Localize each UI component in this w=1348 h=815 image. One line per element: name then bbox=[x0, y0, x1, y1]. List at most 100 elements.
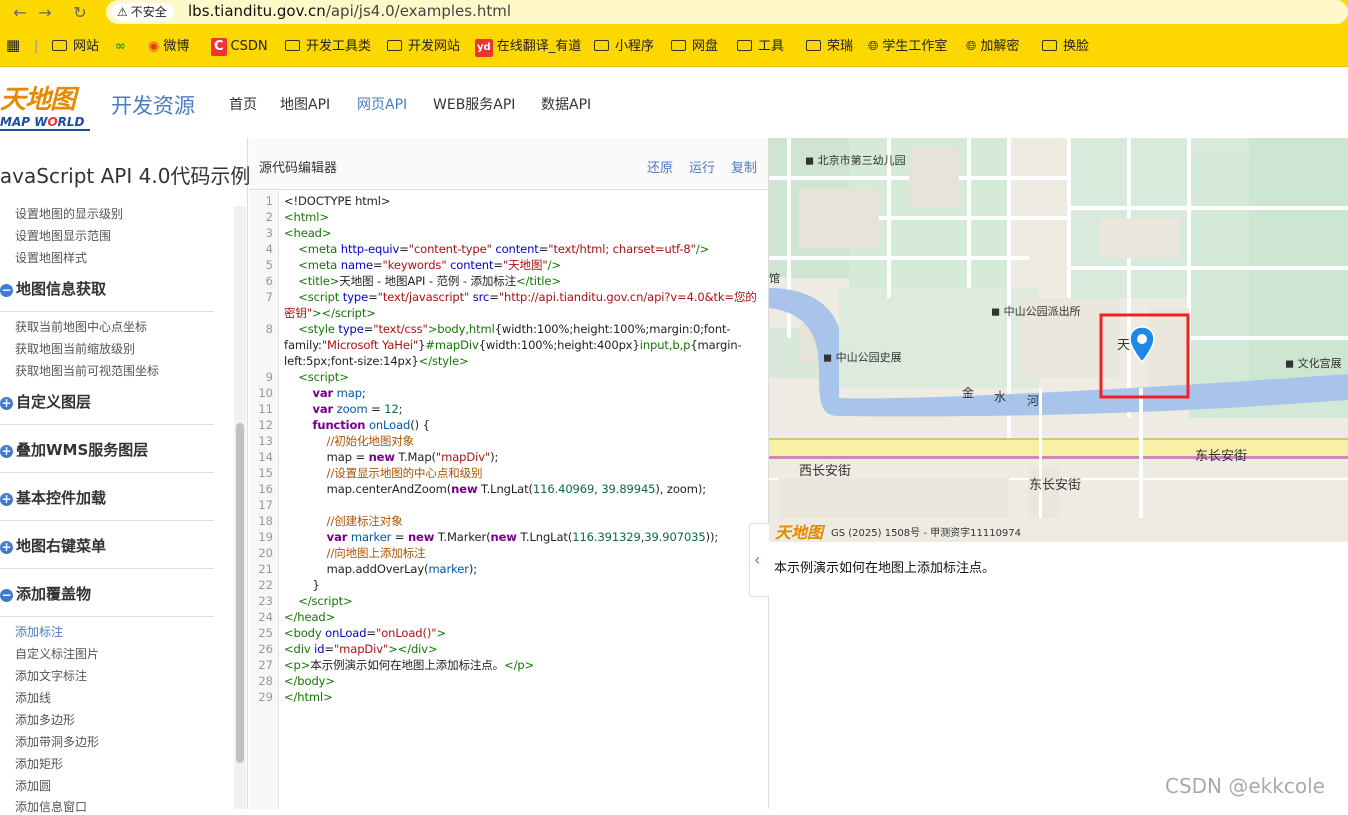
line-number: 11 bbox=[258, 402, 273, 416]
line-number: 24 bbox=[258, 610, 273, 624]
sidebar-item[interactable]: 获取当前地图中心点坐标 bbox=[15, 318, 147, 335]
sidebar-item[interactable]: 自定义标注图片 bbox=[15, 645, 99, 662]
map-river-char: 水 bbox=[994, 390, 1007, 404]
line-number: 26 bbox=[258, 642, 273, 656]
line-number: 27 bbox=[258, 658, 273, 672]
map-road-east: 东长安街 bbox=[1195, 449, 1248, 464]
bookmarks-bar: ▦ | 网站 ∞ ◉ 微博 C CSDN 开发工具类 开发网站 yd 在线翻译_有道 … bbox=[0, 27, 1348, 67]
sidebar-item[interactable]: 获取地图当前缩放级别 bbox=[15, 340, 135, 357]
sidebar-item[interactable]: 设置地图显示范围 bbox=[15, 227, 111, 244]
bookmark-item[interactable]: 开发网站 bbox=[387, 38, 460, 56]
nav-map-api[interactable]: 地图API bbox=[280, 94, 330, 114]
line-number: 2 bbox=[265, 210, 273, 224]
example-description: 本示例演示如何在地图上添加标注点。 bbox=[774, 561, 996, 576]
category-overlay[interactable]: − 添加覆盖物 bbox=[0, 583, 91, 604]
bookmark-item[interactable]: 工具 bbox=[737, 38, 784, 56]
sidebar-item[interactable]: 添加矩形 bbox=[15, 755, 63, 772]
nav-data-api[interactable]: 数据API bbox=[541, 94, 591, 114]
plus-icon: + bbox=[0, 444, 13, 458]
sidebar-item[interactable]: 添加线 bbox=[15, 689, 51, 706]
reload-icon[interactable]: ↻ bbox=[70, 3, 90, 23]
back-icon[interactable]: ← bbox=[10, 3, 30, 23]
category-map-info[interactable]: − 地图信息获取 bbox=[0, 278, 106, 299]
collapse-editor-tab[interactable]: ‹ bbox=[749, 523, 769, 597]
line-number: 23 bbox=[258, 594, 273, 608]
restore-button[interactable]: 还原 bbox=[647, 157, 673, 176]
watermark: CSDN @ekkcole bbox=[1165, 774, 1325, 798]
bookmark-divider: | bbox=[34, 39, 39, 54]
divider bbox=[0, 311, 214, 312]
source-code[interactable]: <!DOCTYPE html> <html> <head> <meta http… bbox=[284, 193, 757, 705]
sidebar-item[interactable]: 设置地图样式 bbox=[15, 249, 87, 266]
site-title: 开发资源 bbox=[111, 94, 195, 118]
nav-home[interactable]: 首页 bbox=[229, 94, 257, 114]
sidebar-item[interactable]: 添加圆 bbox=[15, 777, 51, 794]
editor-header: 源代码编辑器 还原 运行 复制 bbox=[249, 138, 769, 190]
sidebar-item[interactable]: 添加多边形 bbox=[15, 711, 75, 728]
category-context-menu[interactable]: + 地图右键菜单 bbox=[0, 535, 106, 556]
link-icon[interactable]: ∞ bbox=[115, 38, 126, 56]
nav-web-service-api[interactable]: WEB服务API bbox=[433, 94, 515, 114]
nav-web-api[interactable]: 网页API bbox=[357, 94, 407, 114]
divider bbox=[0, 472, 214, 473]
bookmark-item[interactable]: 网站 bbox=[52, 38, 99, 56]
line-number: 7 bbox=[265, 290, 273, 304]
sidebar-item[interactable]: 添加信息窗口 bbox=[15, 798, 87, 815]
minus-icon: − bbox=[0, 588, 13, 602]
line-number: 25 bbox=[258, 626, 273, 640]
bookmark-item[interactable]: 换脸 bbox=[1042, 38, 1089, 56]
sidebar-item[interactable]: 添加带洞多边形 bbox=[15, 733, 99, 750]
folder-icon bbox=[387, 40, 402, 51]
line-number: 18 bbox=[258, 514, 273, 528]
sidebar-item-active[interactable]: 添加标注 bbox=[15, 623, 63, 640]
sidebar-item[interactable]: 设置地图的显示级别 bbox=[15, 205, 123, 222]
plus-icon: + bbox=[0, 492, 13, 506]
category-custom-layer[interactable]: + 自定义图层 bbox=[0, 391, 91, 412]
sidebar-item[interactable]: 获取地图当前可视范围坐标 bbox=[15, 362, 159, 379]
bookmark-item[interactable]: 🌐︎ 学生工作室 bbox=[868, 38, 947, 56]
bookmark-item[interactable]: 网盘 bbox=[671, 38, 718, 56]
map-preview[interactable]: ◼ 北京市第三幼儿园 馆 ◼ 中山公园派出所 ◼ 中山公园史展 ◼ 文化宫展 天… bbox=[769, 138, 1348, 542]
bookmark-item[interactable]: 开发工具类 bbox=[285, 38, 371, 56]
category-wms[interactable]: + 叠加WMS服务图层 bbox=[0, 439, 148, 460]
divider bbox=[0, 424, 214, 425]
line-number: 20 bbox=[258, 546, 273, 560]
category-controls[interactable]: + 基本控件加载 bbox=[0, 487, 106, 508]
run-button[interactable]: 运行 bbox=[689, 157, 715, 176]
bookmark-item[interactable]: 小程序 bbox=[594, 38, 654, 56]
url-field[interactable]: ⚠ 不安全 lbs.tianditu.gov.cn/api/js4.0/examp… bbox=[106, 0, 1348, 24]
line-number: 5 bbox=[265, 258, 273, 272]
sidebar-scroll-thumb[interactable] bbox=[236, 423, 244, 763]
sidebar-title: JavaScript API 4.0代码示例 bbox=[0, 164, 251, 188]
bookmark-item[interactable]: yd 在线翻译_有道 bbox=[475, 38, 581, 57]
line-number: 4 bbox=[265, 242, 273, 256]
line-number: 29 bbox=[258, 690, 273, 704]
youdao-icon: yd bbox=[475, 39, 493, 57]
bookmark-item[interactable]: 🌐︎ 加解密 bbox=[966, 38, 1019, 56]
chevron-left-icon: ‹ bbox=[754, 550, 761, 569]
line-number: 6 bbox=[265, 274, 273, 288]
apps-grid-icon[interactable]: ▦ bbox=[6, 36, 20, 54]
security-badge[interactable]: ⚠ 不安全 bbox=[112, 3, 174, 21]
globe-icon: 🌐︎ bbox=[966, 39, 977, 54]
divider bbox=[0, 568, 214, 569]
folder-icon bbox=[1042, 40, 1057, 51]
line-number: 9 bbox=[265, 370, 273, 384]
map-marker-icon[interactable] bbox=[1129, 326, 1155, 364]
forward-icon[interactable]: → bbox=[35, 3, 55, 23]
logo[interactable]: 天地图 bbox=[0, 79, 76, 116]
csdn-icon: C bbox=[211, 38, 227, 56]
line-number: 16 bbox=[258, 482, 273, 496]
bookmark-item[interactable]: 荣瑞 bbox=[806, 38, 853, 56]
logo-underline bbox=[0, 129, 90, 131]
line-number: 28 bbox=[258, 674, 273, 688]
bookmark-item[interactable]: C CSDN bbox=[211, 38, 268, 56]
minus-icon: − bbox=[0, 283, 13, 297]
line-number: 1 bbox=[265, 194, 273, 208]
map-footer: 天地图 GS (2025) 1508号 - 甲测资字11110974 bbox=[769, 517, 1348, 542]
map-road-west: 西长安街 bbox=[799, 464, 852, 479]
sidebar-item[interactable]: 添加文字标注 bbox=[15, 667, 87, 684]
copy-button[interactable]: 复制 bbox=[731, 157, 757, 176]
folder-icon bbox=[285, 40, 300, 51]
bookmark-item[interactable]: ◉ 微博 bbox=[148, 38, 189, 56]
